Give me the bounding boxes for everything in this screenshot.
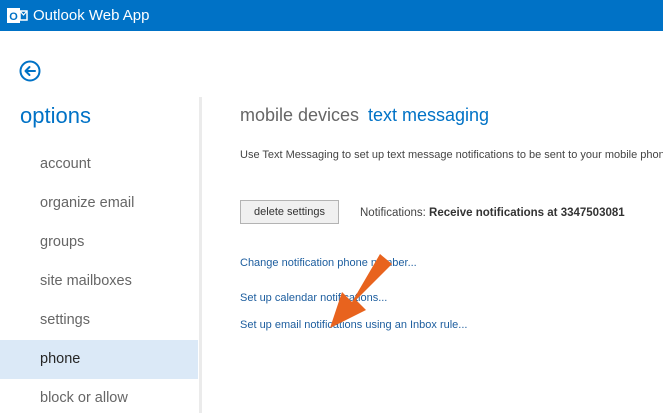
intro-text: Use Text Messaging to set up text messag… xyxy=(240,149,663,161)
top-bar: O Outlook Web App xyxy=(0,0,663,31)
calendar-notifications-link[interactable]: Set up calendar notifications... xyxy=(240,292,387,304)
nav-item-phone[interactable]: phone xyxy=(0,340,198,379)
nav-item-organize-email[interactable]: organize email xyxy=(0,184,198,223)
change-phone-number-link[interactable]: Change notification phone number... xyxy=(240,257,417,269)
nav-item-site-mailboxes[interactable]: site mailboxes xyxy=(0,262,198,301)
outlook-logo-icon: O xyxy=(7,8,28,23)
nav-item-settings[interactable]: settings xyxy=(0,301,198,340)
notifications-label: Notifications: xyxy=(360,207,426,219)
app-title: Outlook Web App xyxy=(33,7,150,24)
nav-item-label: groups xyxy=(40,234,85,250)
notifications-status: Notifications: Receive notifications at … xyxy=(360,207,625,219)
svg-text:O: O xyxy=(9,11,18,23)
notifications-value: Receive notifications at 3347503081 xyxy=(429,207,625,219)
nav-item-label: organize email xyxy=(40,195,135,211)
nav-item-label: site mailboxes xyxy=(40,273,132,289)
back-arrow-icon[interactable] xyxy=(19,60,41,82)
options-title: options xyxy=(20,103,91,128)
nav-item-block-or-allow[interactable]: block or allow xyxy=(0,379,198,413)
nav-item-account[interactable]: account xyxy=(0,145,198,184)
nav-item-label: phone xyxy=(40,351,81,367)
nav-item-label: block or allow xyxy=(40,390,128,406)
delete-settings-button[interactable]: delete settings xyxy=(240,200,339,224)
sidebar-divider xyxy=(199,97,202,413)
email-notifications-link[interactable]: Set up email notifications using an Inbo… xyxy=(240,319,467,331)
nav-item-label: account xyxy=(40,156,91,172)
tab-text-messaging[interactable]: text messaging xyxy=(368,105,489,126)
nav-item-groups[interactable]: groups xyxy=(0,223,198,262)
tab-mobile-devices[interactable]: mobile devices xyxy=(240,105,359,126)
nav-item-label: settings xyxy=(40,312,90,328)
